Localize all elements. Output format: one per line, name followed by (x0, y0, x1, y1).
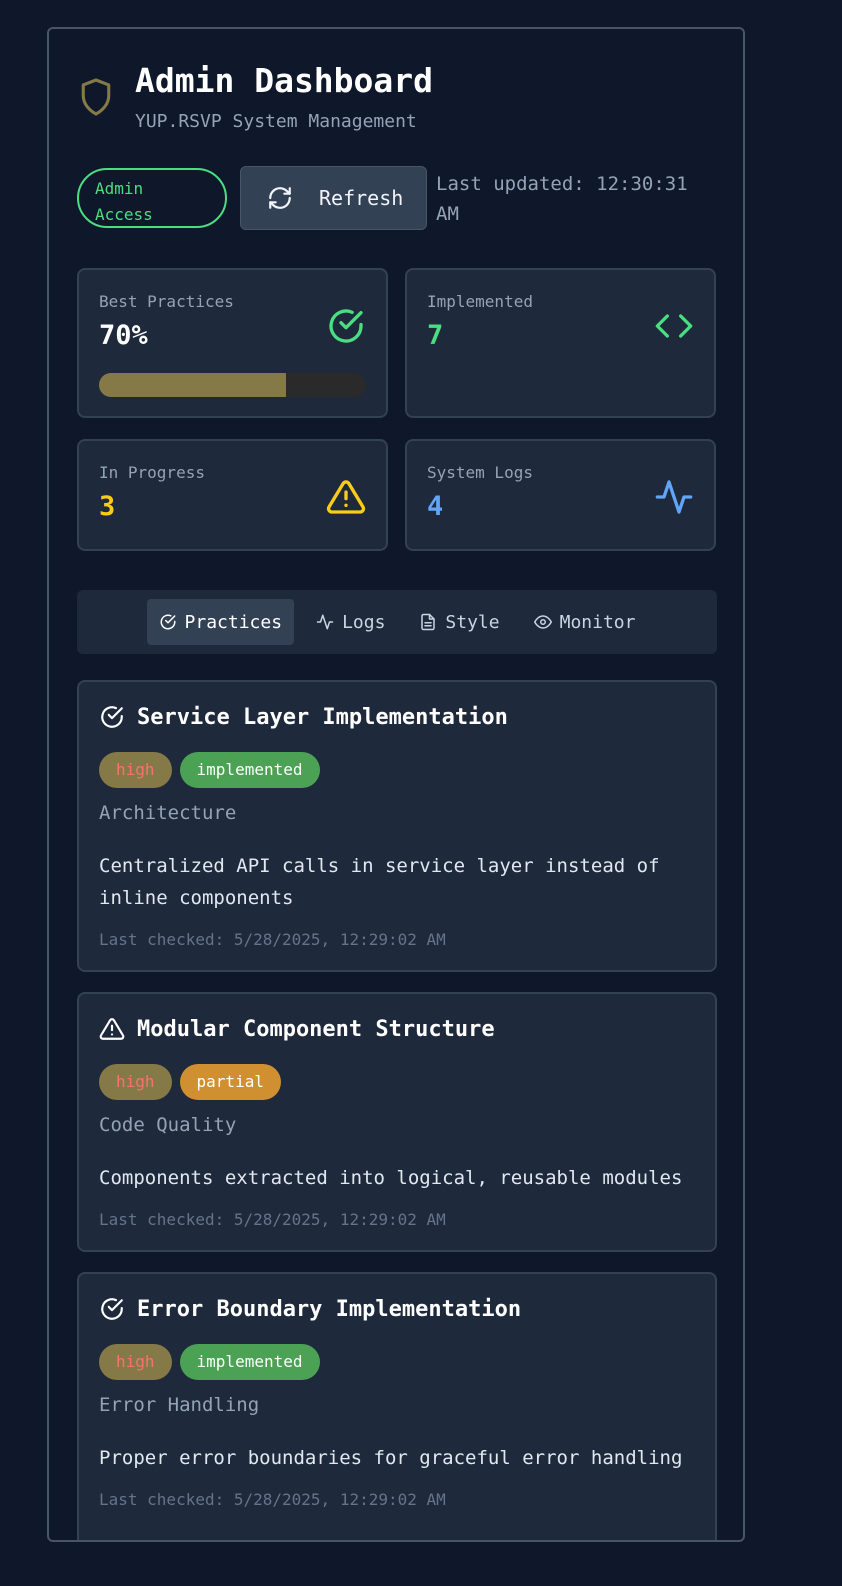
stat-value: 3 (99, 491, 116, 522)
activity-icon (655, 480, 693, 514)
status-badge: partial (179, 1064, 281, 1100)
practice-description: Centralized API calls in service layer i… (99, 855, 660, 909)
progress-fill (99, 373, 286, 397)
stat-value: 70% (99, 320, 148, 351)
warning-icon (99, 1018, 125, 1040)
best-practices-progress-bar (99, 373, 366, 397)
tab-label: Logs (342, 611, 386, 633)
stat-card-best-practices: Best Practices 70% (77, 268, 388, 418)
practice-badges: high implemented (99, 752, 320, 788)
stat-card-implemented: Implemented 7 (405, 268, 716, 418)
practice-title-text: Modular Component Structure (137, 1016, 495, 1042)
refresh-icon (269, 187, 291, 209)
tab-bar: Practices Logs Style Monitor (77, 590, 717, 654)
refresh-button[interactable]: Refresh (240, 166, 427, 230)
stat-label: Best Practices (99, 292, 234, 311)
stat-label: In Progress (99, 463, 205, 482)
practice-description: Components extracted into logical, reusa… (99, 1167, 683, 1189)
stat-card-system-logs: System Logs 4 (405, 439, 716, 551)
tab-label: Practices (184, 611, 283, 633)
tab-monitor[interactable]: Monitor (522, 599, 648, 645)
practice-last-checked: Last checked: 5/28/2025, 12:29:02 AM (99, 930, 446, 949)
last-updated-text: Last updated: 12:30:31 AM (436, 173, 688, 225)
tab-logs[interactable]: Logs (304, 599, 397, 645)
practice-category: Code Quality (99, 1114, 237, 1136)
priority-badge: high (99, 752, 172, 788)
tab-label: Style (445, 611, 500, 633)
practice-card-modular-components: Modular Component Structure high partial… (77, 992, 717, 1252)
check-circle-icon (329, 309, 363, 343)
shield-icon (81, 78, 111, 116)
admin-access-badge: Admin Access (77, 168, 227, 228)
tab-practices[interactable]: Practices (146, 599, 295, 645)
code-icon (655, 314, 693, 338)
practice-description: Proper error boundaries for graceful err… (99, 1447, 683, 1469)
practice-badges: high partial (99, 1064, 281, 1100)
priority-badge: high (99, 1064, 172, 1100)
page-subtitle: YUP.RSVP System Management (135, 111, 417, 132)
priority-badge: high (99, 1344, 172, 1380)
practice-last-checked: Last checked: 5/28/2025, 12:29:02 AM (99, 1210, 446, 1229)
stat-value: 4 (427, 491, 444, 522)
practice-title-text: Service Layer Implementation (137, 704, 508, 730)
practice-title: Modular Component Structure (99, 1016, 495, 1042)
practice-card-error-boundary: Error Boundary Implementation high imple… (77, 1272, 717, 1540)
practice-category: Error Handling (99, 1394, 260, 1416)
warning-icon (326, 480, 366, 514)
practice-title: Service Layer Implementation (99, 704, 508, 730)
file-text-icon (421, 613, 436, 631)
stat-label: Implemented (427, 292, 533, 311)
status-badge: implemented (179, 752, 320, 788)
tab-style[interactable]: Style (407, 599, 511, 645)
admin-dashboard-panel: Admin Dashboard YUP.RSVP System Manageme… (47, 27, 745, 1542)
stat-card-in-progress: In Progress 3 (77, 439, 388, 551)
eye-icon (533, 615, 552, 629)
page-title: Admin Dashboard (135, 61, 434, 100)
practice-card-service-layer: Service Layer Implementation high implem… (77, 680, 717, 972)
practice-badges: high implemented (99, 1344, 320, 1380)
activity-icon (316, 614, 334, 630)
status-badge: implemented (179, 1344, 320, 1380)
check-circle-icon (160, 614, 176, 630)
check-circle-icon (101, 1298, 123, 1320)
refresh-button-label: Refresh (319, 186, 404, 210)
stat-label: System Logs (427, 463, 533, 482)
stat-value: 7 (427, 320, 444, 351)
practice-title: Error Boundary Implementation (99, 1296, 521, 1322)
practice-last-checked: Last checked: 5/28/2025, 12:29:02 AM (99, 1490, 446, 1509)
practice-title-text: Error Boundary Implementation (137, 1296, 522, 1322)
tab-label: Monitor (559, 611, 636, 633)
practice-category: Architecture (99, 802, 237, 824)
check-circle-icon (101, 706, 123, 728)
